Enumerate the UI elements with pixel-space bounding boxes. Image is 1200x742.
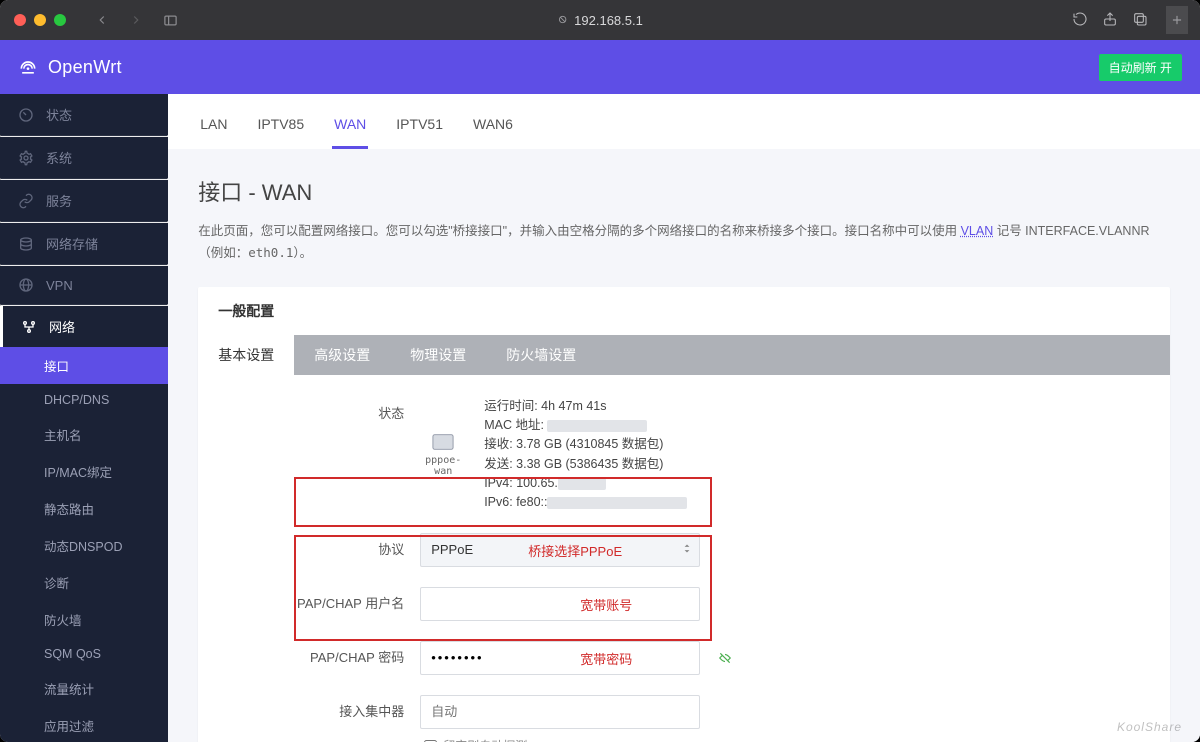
sidebar-sub-traffic[interactable]: 流量统计 [0,670,168,707]
app-header: OpenWrt 自动刷新 开 [0,40,1200,94]
sidebar-sub-sqmqos[interactable]: SQM QoS [0,638,168,670]
interface-icon: pppoe-wan [420,433,466,477]
ac-label: 接入集中器 [220,695,420,720]
address-text: 192.168.5.1 [574,13,643,28]
page-title: 接口 - WAN [198,175,1170,207]
pap-password-label: PAP/CHAP 密码 [220,641,420,666]
sidebar-sub-ddnspod[interactable]: 动态DNSPOD [0,527,168,564]
window-controls [14,14,66,26]
tab-wan6[interactable]: WAN6 [471,110,515,149]
openwrt-logo-icon [18,57,38,77]
gauge-icon [18,107,34,123]
maximize-window-button[interactable] [54,14,66,26]
cfg-tab-physical[interactable]: 物理设置 [390,335,486,375]
reveal-password-icon[interactable] [718,651,732,668]
tab-iptv85[interactable]: IPTV85 [255,110,306,149]
sidebar-item-label: 状态 [46,105,72,124]
browser-titlebar: 192.168.5.1 [0,0,1200,40]
close-window-button[interactable] [14,14,26,26]
nav-forward-button[interactable] [124,9,148,31]
sidebar-sub-hostnames[interactable]: 主机名 [0,416,168,453]
pap-password-input[interactable] [420,641,700,675]
sidebar-sub-ipmacbind[interactable]: IP/MAC绑定 [0,453,168,490]
interface-tabs: LAN IPTV85 WAN IPTV51 WAN6 [168,94,1200,149]
gear-icon [18,150,34,166]
database-icon [18,236,34,252]
status-lines: 运行时间: 4h 47m 41s MAC 地址: 接收: 3.78 GB (43… [484,397,687,513]
sidebar-item-network[interactable]: 网络 [0,306,168,347]
minimize-window-button[interactable] [34,14,46,26]
sidebar-sub-interfaces[interactable]: 接口 [0,347,168,384]
lock-icon [557,13,568,28]
ac-description: 留空则自动探测 [420,729,1148,742]
chevron-updown-icon [683,541,691,558]
link-icon [18,193,34,209]
watermark: KoolShare [1117,720,1182,734]
tab-lan[interactable]: LAN [198,110,229,149]
nav-back-button[interactable] [90,9,114,31]
network-icon [21,319,37,335]
sidebar-sub-staticroutes[interactable]: 静态路由 [0,490,168,527]
protocol-select[interactable]: PPPoE [420,533,700,567]
tab-wan[interactable]: WAN [332,110,368,149]
address-bar[interactable]: 192.168.5.1 [557,13,643,28]
new-tab-button[interactable] [1166,6,1188,34]
pap-user-input[interactable] [420,587,700,621]
tabs-button[interactable] [1132,11,1148,30]
config-panel: 一般配置 基本设置 高级设置 物理设置 防火墙设置 状态 [198,287,1170,742]
sidebar-item-label: 网络存储 [46,234,98,253]
sidebar-item-nas[interactable]: 网络存储 [0,223,168,264]
interface-name: pppoe-wan [420,455,466,477]
sidebar-item-label: 服务 [46,191,72,210]
brand-name: OpenWrt [48,57,122,78]
protocol-label: 协议 [220,533,420,558]
sidebar-item-system[interactable]: 系统 [0,137,168,178]
auto-refresh-toggle[interactable]: 自动刷新 开 [1099,54,1182,81]
sidebar-item-status[interactable]: 状态 [0,94,168,135]
sidebar-item-label: VPN [46,278,73,293]
status-block: pppoe-wan 运行时间: 4h 47m 41s MAC 地址: 接收: 3… [420,397,1148,513]
sidebar-item-services[interactable]: 服务 [0,180,168,221]
sidebar-sub-firewall[interactable]: 防火墙 [0,601,168,638]
sidebar: 状态 系统 服务 网络存储 VPN [0,94,168,742]
panel-title: 一般配置 [198,287,1170,335]
ac-input[interactable] [420,695,700,729]
cfg-tab-basic[interactable]: 基本设置 [198,335,294,375]
sidebar-sub-diagnostics[interactable]: 诊断 [0,564,168,601]
sidebar-sub-appfilter[interactable]: 应用过滤 [0,707,168,742]
main-content: LAN IPTV85 WAN IPTV51 WAN6 接口 - WAN 在此页面… [168,94,1200,742]
brand[interactable]: OpenWrt [18,57,122,78]
status-label: 状态 [220,397,420,422]
reload-button[interactable] [1072,11,1088,30]
page-helptext: 在此页面，您可以配置网络接口。您可以勾选"桥接接口"，并输入由空格分隔的多个网络… [198,221,1170,265]
sidebar-item-label: 系统 [46,148,72,167]
cfg-tab-firewall[interactable]: 防火墙设置 [486,335,596,375]
sidebar-sub-dhcpdns[interactable]: DHCP/DNS [0,384,168,416]
tab-iptv51[interactable]: IPTV51 [394,110,445,149]
vlan-link[interactable]: VLAN [961,224,994,238]
pap-user-label: PAP/CHAP 用户名 [220,587,420,612]
protocol-value: PPPoE [431,542,473,557]
globe-icon [18,277,34,293]
sidebar-item-label: 网络 [49,317,75,336]
config-tabs: 基本设置 高级设置 物理设置 防火墙设置 [198,335,1170,375]
sidebar-item-vpn[interactable]: VPN [0,266,168,304]
sidebar-toggle-button[interactable] [158,9,182,31]
share-button[interactable] [1102,11,1118,30]
cfg-tab-advanced[interactable]: 高级设置 [294,335,390,375]
